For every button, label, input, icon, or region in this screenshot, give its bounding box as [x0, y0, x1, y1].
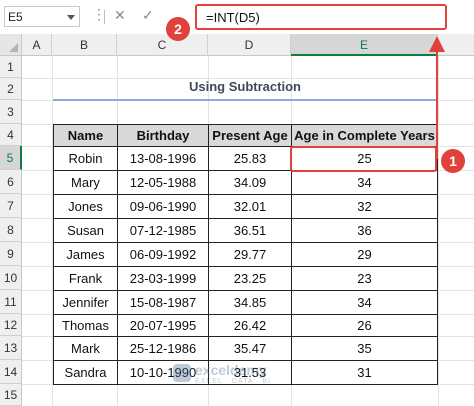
complete-years-cell[interactable]: 36 [291, 218, 438, 243]
present-age-cell[interactable]: 36.51 [208, 218, 292, 243]
watermark-name: exceldemy [195, 362, 267, 378]
complete-years-cell[interactable]: 34 [291, 290, 438, 315]
header-present-age[interactable]: Present Age [208, 124, 292, 147]
present-age-cell[interactable]: 23.25 [208, 266, 292, 291]
row-header-6[interactable]: 6 [0, 170, 22, 194]
formula-text: =INT(D5) [206, 10, 260, 25]
name-cell[interactable]: Thomas [53, 314, 118, 337]
header-age-complete-years[interactable]: Age in Complete Years [291, 124, 438, 147]
column-header-a[interactable]: A [22, 34, 52, 56]
column-header-c[interactable]: C [117, 34, 208, 56]
row-header-5[interactable]: 5 [0, 146, 22, 170]
birthday-cell[interactable]: 12-05-1988 [117, 170, 209, 195]
select-all-icon [9, 43, 18, 52]
column-header-extra[interactable] [438, 34, 474, 56]
callout-badge-1: 1 [441, 149, 465, 173]
complete-years-cell[interactable]: 35 [291, 336, 438, 361]
row-header-8[interactable]: 8 [0, 218, 22, 242]
birthday-cell[interactable]: 15-08-1987 [117, 290, 209, 315]
birthday-cell[interactable]: 13-08-1996 [117, 146, 209, 171]
table-row: Susan 07-12-1985 36.51 36 [53, 218, 438, 243]
formula-bar: E5 ⋮ ✕ ✓ =INT(D5) [0, 0, 474, 35]
table-row: Frank 23-03-1999 23.25 23 [53, 266, 438, 291]
grid-line [438, 56, 439, 406]
name-cell[interactable]: Jones [53, 194, 118, 219]
table-row: Thomas 20-07-1995 26.42 26 [53, 314, 438, 337]
row-header-4[interactable]: 4 [0, 124, 22, 146]
present-age-cell[interactable]: 25.83 [208, 146, 292, 171]
cancel-icon[interactable]: ✕ [114, 7, 126, 24]
complete-years-cell[interactable]: 31 [291, 360, 438, 385]
row-header-15[interactable]: 15 [0, 384, 22, 406]
name-cell[interactable]: Susan [53, 218, 118, 243]
watermark-tagline: EXCEL · DATA · BI [195, 378, 271, 385]
birthday-cell[interactable]: 20-07-1995 [117, 314, 209, 337]
row-header-2[interactable]: 2 [0, 78, 22, 100]
name-box[interactable]: E5 [4, 6, 80, 27]
header-birthday[interactable]: Birthday [117, 124, 209, 147]
formula-input[interactable]: =INT(D5) [195, 4, 447, 30]
row-header-1[interactable]: 1 [0, 56, 22, 78]
name-cell[interactable]: Mark [53, 336, 118, 361]
chevron-down-icon[interactable] [67, 15, 75, 20]
callout-badge-2: 2 [166, 17, 190, 41]
birthday-cell[interactable]: 09-06-1990 [117, 194, 209, 219]
present-age-cell[interactable]: 35.47 [208, 336, 292, 361]
enter-icon[interactable]: ✓ [142, 7, 154, 24]
complete-years-cell[interactable]: 32 [291, 194, 438, 219]
row-header-10[interactable]: 10 [0, 266, 22, 290]
complete-years-cell[interactable]: 29 [291, 242, 438, 267]
birthday-cell[interactable]: 06-09-1992 [117, 242, 209, 267]
row-header-12[interactable]: 12 [0, 314, 22, 336]
name-cell[interactable]: Robin [53, 146, 118, 171]
exceldemy-logo-icon [173, 364, 191, 382]
row-header-14[interactable]: 14 [0, 360, 22, 384]
present-age-cell[interactable]: 26.42 [208, 314, 292, 337]
table-row: Mark 25-12-1986 35.47 35 [53, 336, 438, 361]
name-cell[interactable]: James [53, 242, 118, 267]
name-cell[interactable]: Jennifer [53, 290, 118, 315]
table-header-row: Name Birthday Present Age Age in Complet… [53, 124, 438, 147]
present-age-cell[interactable]: 34.09 [208, 170, 292, 195]
row-header-13[interactable]: 13 [0, 336, 22, 360]
complete-years-cell[interactable]: 23 [291, 266, 438, 291]
name-cell[interactable]: Sandra [53, 360, 118, 385]
selected-cell-highlight [290, 146, 437, 172]
complete-years-cell[interactable]: 26 [291, 314, 438, 337]
title-underline [53, 99, 437, 101]
present-age-cell[interactable]: 34.85 [208, 290, 292, 315]
column-header-e[interactable]: E [291, 34, 438, 56]
row-header-3[interactable]: 3 [0, 100, 22, 124]
row-header-7[interactable]: 7 [0, 194, 22, 218]
table-row: Jones 09-06-1990 32.01 32 [53, 194, 438, 219]
complete-years-cell[interactable]: 34 [291, 170, 438, 195]
birthday-cell[interactable]: 23-03-1999 [117, 266, 209, 291]
name-cell[interactable]: Frank [53, 266, 118, 291]
table-row: James 06-09-1992 29.77 29 [53, 242, 438, 267]
column-header-d[interactable]: D [208, 34, 291, 56]
row-header-9[interactable]: 9 [0, 242, 22, 266]
birthday-cell[interactable]: 07-12-1985 [117, 218, 209, 243]
select-all-button[interactable] [0, 34, 22, 56]
name-box-value: E5 [8, 10, 23, 24]
present-age-cell[interactable]: 32.01 [208, 194, 292, 219]
formula-bar-divider [104, 10, 105, 24]
table-row: Mary 12-05-1988 34.09 34 [53, 170, 438, 195]
header-name[interactable]: Name [53, 124, 118, 147]
table-row: Jennifer 15-08-1987 34.85 34 [53, 290, 438, 315]
present-age-cell[interactable]: 29.77 [208, 242, 292, 267]
column-header-b[interactable]: B [52, 34, 117, 56]
birthday-cell[interactable]: 25-12-1986 [117, 336, 209, 361]
sheet-title[interactable]: Using Subtraction [53, 79, 437, 94]
name-cell[interactable]: Mary [53, 170, 118, 195]
row-header-11[interactable]: 11 [0, 290, 22, 314]
